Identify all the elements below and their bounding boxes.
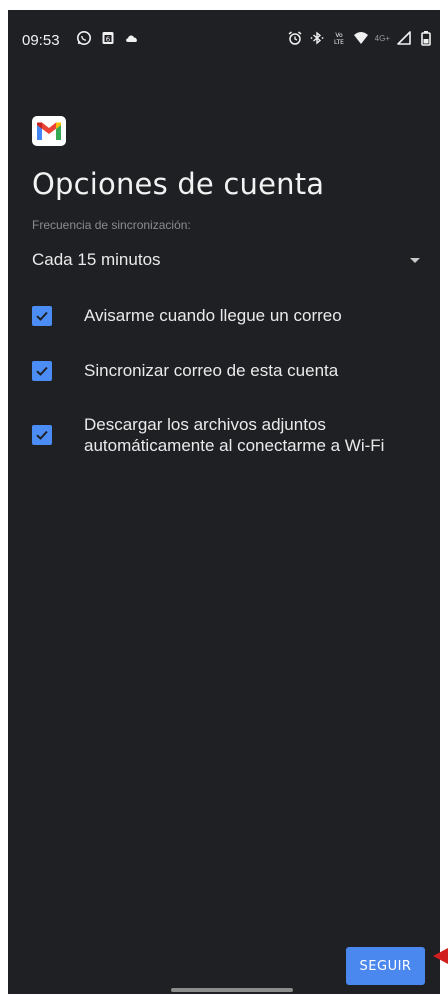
continue-button[interactable]: SEGUIR: [346, 947, 425, 985]
sync-frequency-dropdown[interactable]: Cada 15 minutos: [32, 246, 428, 274]
pointer-arrow-icon: [433, 948, 448, 964]
checkmark-icon: [36, 311, 48, 321]
home-indicator[interactable]: [171, 988, 293, 992]
option-label: Descargar los archivos adjuntos automáti…: [84, 415, 385, 455]
checkbox-download-attachments[interactable]: [32, 425, 52, 445]
option-notify-new-mail[interactable]: Avisarme cuando llegue un correo: [32, 305, 428, 326]
cloud-icon: [126, 35, 137, 42]
option-download-attachments[interactable]: Descargar los archivos adjuntos automáti…: [32, 414, 428, 456]
gmail-m-icon: [37, 122, 61, 140]
whatsapp-icon: [77, 31, 91, 45]
checkmark-icon: [36, 366, 48, 376]
status-time: 09:53: [22, 32, 60, 49]
status-bar: 09:53 6 Vo LTE 4G+: [8, 10, 440, 66]
checkbox-sync-mail[interactable]: [32, 360, 52, 381]
calendar-icon: 6: [102, 32, 114, 44]
network-type-label: 4G+: [374, 33, 390, 43]
volte-icon: Vo LTE: [334, 32, 344, 46]
signal-icon: [397, 31, 411, 45]
bluetooth-icon: [310, 31, 324, 45]
sync-frequency-value: Cada 15 minutos: [32, 250, 161, 269]
alarm-icon: [288, 31, 302, 45]
option-label: Sincronizar correo de esta cuenta: [84, 361, 339, 380]
gmail-logo-icon: [32, 116, 66, 146]
checkbox-notify-new-mail[interactable]: [32, 305, 52, 326]
status-right-icons: Vo LTE 4G+: [287, 30, 434, 46]
option-sync-mail[interactable]: Sincronizar correo de esta cuenta: [32, 360, 428, 381]
svg-text:Vo: Vo: [335, 32, 343, 39]
wifi-icon: [353, 32, 368, 44]
checkmark-icon: [36, 430, 48, 440]
screen: 09:53 6 Vo LTE 4G+ Opciones de cuenta Fr…: [8, 10, 440, 994]
svg-text:LTE: LTE: [334, 39, 344, 46]
svg-text:6: 6: [106, 35, 111, 43]
sync-frequency-label: Frecuencia de sincronización:: [32, 218, 191, 232]
option-label: Avisarme cuando llegue un correo: [84, 306, 342, 325]
status-left-icons: 6: [76, 30, 140, 46]
battery-icon: [421, 31, 431, 46]
dropdown-arrow-icon: [410, 258, 420, 263]
page-title: Opciones de cuenta: [32, 167, 325, 201]
